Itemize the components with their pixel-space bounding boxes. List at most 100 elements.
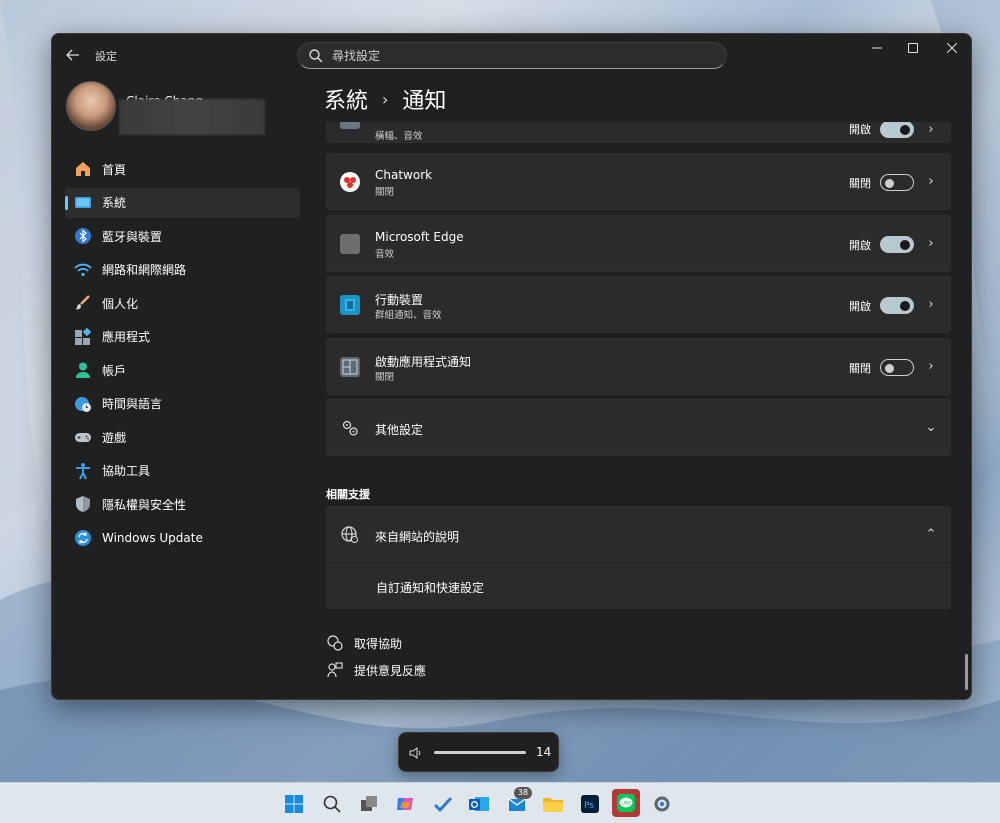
sidebar-item-network[interactable]: 網路和網際網路 <box>65 255 300 285</box>
wifi-icon <box>74 261 92 279</box>
notifications-list: 橫幅、音效 開啟 › Chatwork 關閉 關閉 › Microsoft Ed… <box>326 122 952 699</box>
gears-icon <box>340 418 360 438</box>
start-icon[interactable] <box>281 791 307 817</box>
brush-icon <box>74 294 92 312</box>
section-title: 相關支援 <box>326 488 370 501</box>
sidebar-item-label: 時間與語言 <box>102 397 163 411</box>
globe-icon <box>340 525 360 545</box>
mail-badge: 38 <box>514 787 532 799</box>
gamepad-icon <box>74 428 92 446</box>
notification-toggle[interactable] <box>880 174 914 191</box>
sidebar-item-system[interactable]: 系統 <box>65 187 300 218</box>
back-arrow-icon <box>66 49 79 61</box>
sidebar-item-label: 隱私權與安全性 <box>102 497 187 512</box>
todo-icon[interactable] <box>430 791 456 817</box>
notification-toggle[interactable] <box>880 122 914 138</box>
sidebar-item-label: 系統 <box>102 196 127 210</box>
notification-app-row-partial[interactable]: 橫幅、音效 開啟 › <box>326 122 951 143</box>
svg-text:Ps: Ps <box>584 801 594 811</box>
notification-app-row[interactable]: 行動裝置 群組通知、音效 開啟 › <box>326 276 951 333</box>
globe-clock-icon <box>74 395 92 413</box>
row-state: 開啟 <box>849 123 871 136</box>
sidebar-item-label: 應用程式 <box>102 330 151 344</box>
copilot-icon[interactable] <box>392 791 418 817</box>
get-help-link[interactable]: 取得協助 <box>326 634 402 652</box>
get-help-label: 取得協助 <box>354 636 403 651</box>
search-box[interactable] <box>297 42 727 69</box>
outlook-icon[interactable] <box>466 791 492 817</box>
avatar[interactable] <box>66 81 116 131</box>
row-subtitle: 音效 <box>375 249 395 260</box>
row-state: 開啟 <box>849 239 871 252</box>
page-title: 通知 <box>402 89 447 114</box>
chevron-right-icon: › <box>928 236 934 251</box>
web-help-header[interactable]: 來自網站的說明 ⌃ <box>327 507 950 563</box>
row-title: 行動裝置 <box>375 293 424 307</box>
sidebar-item-label: 首頁 <box>102 162 127 177</box>
row-subtitle: 關閉 <box>375 187 395 198</box>
maximize-button[interactable] <box>896 38 930 62</box>
update-icon <box>74 529 92 547</box>
settings-icon[interactable] <box>649 791 675 817</box>
speaker-icon[interactable] <box>409 746 423 760</box>
account-icon <box>74 361 92 379</box>
sidebar-item-personalization[interactable]: 個人化 <box>65 288 300 318</box>
chevron-right-icon: › <box>928 359 934 374</box>
sidebar-item-label: 個人化 <box>102 296 139 311</box>
apps-icon <box>74 327 92 346</box>
feedback-link[interactable]: 提供意見反應 <box>326 661 426 679</box>
notification-app-row[interactable]: Microsoft Edge 音效 開啟 › <box>326 215 951 272</box>
sidebar-item-gaming[interactable]: 遊戲 <box>65 422 300 452</box>
back-button[interactable] <box>62 44 84 66</box>
notification-app-row[interactable]: 啟動應用程式通知 關閉 關閉 › <box>326 338 951 395</box>
sidebar-item-time-language[interactable]: 時間與語言 <box>65 389 300 419</box>
sidebar-item-home[interactable]: 首頁 <box>65 154 300 184</box>
line-app-icon[interactable]: LINE <box>612 789 640 817</box>
sidebar-item-accounts[interactable]: 帳戶 <box>65 355 300 385</box>
row-state: 關閉 <box>849 177 871 190</box>
taskbar-search-icon[interactable] <box>319 791 345 817</box>
taskbar: 38 Ps LINE <box>0 782 1000 823</box>
sidebar-item-bluetooth[interactable]: 藍牙與裝置 <box>65 221 300 251</box>
notification-toggle[interactable] <box>880 359 914 376</box>
app-icon <box>340 122 360 129</box>
minimize-button[interactable] <box>860 38 894 62</box>
row-subtitle: 關閉 <box>375 372 395 383</box>
breadcrumb-parent[interactable]: 系統 <box>324 83 368 115</box>
sidebar-item-accessibility[interactable]: 協助工具 <box>65 456 300 486</box>
scrollbar[interactable] <box>965 654 968 690</box>
close-button[interactable] <box>935 38 969 62</box>
close-icon <box>946 42 958 54</box>
sidebar-item-apps[interactable]: 應用程式 <box>65 322 300 352</box>
row-subtitle: 橫幅、音效 <box>375 131 423 142</box>
edge-icon <box>340 234 360 254</box>
sidebar-item-label: Windows Update <box>102 530 203 545</box>
other-settings-row[interactable]: 其他設定 ⌄ <box>326 399 951 456</box>
row-title: 其他設定 <box>375 423 424 437</box>
sidebar-item-privacy[interactable]: 隱私權與安全性 <box>65 489 300 519</box>
notification-toggle[interactable] <box>880 236 914 253</box>
chevron-up-icon: ⌃ <box>925 527 937 542</box>
sidebar-item-windows-update[interactable]: Windows Update <box>65 523 300 553</box>
search-input[interactable] <box>332 47 712 65</box>
shield-icon <box>74 495 92 513</box>
help-chat-icon <box>326 634 344 652</box>
photoshop-icon[interactable]: Ps <box>577 791 603 817</box>
chevron-right-icon: › <box>928 122 934 137</box>
file-explorer-icon[interactable] <box>540 791 566 817</box>
search-icon <box>309 49 323 63</box>
accessibility-icon <box>74 462 92 480</box>
chevron-right-icon: › <box>928 174 934 189</box>
row-state: 關閉 <box>849 362 871 375</box>
volume-slider[interactable] <box>434 751 526 754</box>
task-view-icon[interactable] <box>356 791 382 817</box>
help-link[interactable]: 自訂通知和快速設定 <box>376 579 484 596</box>
maximize-icon <box>908 43 918 53</box>
chevron-down-icon: ⌄ <box>925 420 937 435</box>
chevron-right-icon: › <box>928 297 934 312</box>
notification-app-row[interactable]: Chatwork 關閉 關閉 › <box>326 153 951 210</box>
breadcrumb-separator: › <box>382 89 389 109</box>
sidebar-item-label: 協助工具 <box>102 464 151 478</box>
notification-toggle[interactable] <box>880 297 914 314</box>
sidebar-item-label: 帳戶 <box>102 363 127 378</box>
